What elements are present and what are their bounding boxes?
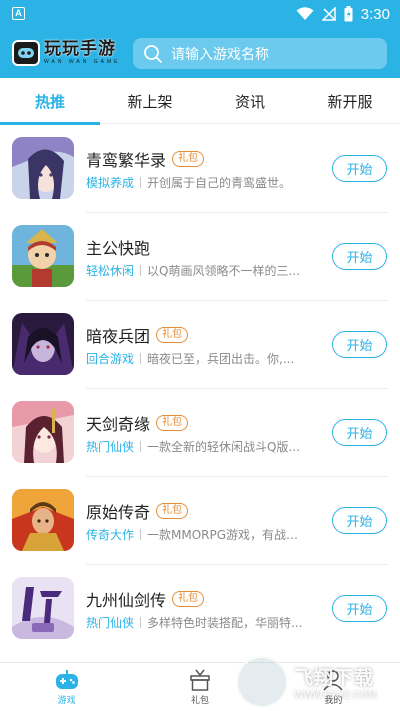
game-description: 以Q萌画风领略不一样的三...: [147, 264, 300, 278]
list-item[interactable]: 暗夜兵团 礼包 回合游戏 暗夜已至，兵团出击。你,... 开始: [0, 300, 400, 388]
notification-a-icon: A: [12, 7, 25, 20]
meta-divider: [140, 353, 142, 364]
signal-icon: [321, 7, 336, 21]
game-thumbnail[interactable]: [12, 225, 74, 287]
game-category: 传奇大作: [86, 528, 135, 542]
status-icons: 3:30: [296, 0, 390, 28]
game-thumbnail[interactable]: [12, 313, 74, 375]
status-time: 3:30: [360, 5, 390, 23]
game-title: 暗夜兵团: [86, 327, 151, 346]
game-description: 开创属于自己的青鸾盛世。: [147, 176, 292, 190]
start-button[interactable]: 开始: [332, 243, 387, 270]
search-placeholder: 请输入游戏名称: [171, 46, 269, 63]
gift-badge: 礼包: [172, 591, 205, 607]
gift-badge: 礼包: [172, 151, 205, 167]
game-description: 多样特色时装搭配，华丽特...: [147, 616, 303, 630]
gift-badge: 礼包: [156, 415, 189, 431]
tab-new-release[interactable]: 新上架: [100, 78, 200, 124]
game-category: 热门仙侠: [86, 616, 135, 630]
status-bar: A 3:30: [0, 0, 400, 28]
game-thumbnail[interactable]: [12, 577, 74, 639]
user-icon: [323, 669, 343, 690]
list-item[interactable]: 青鸾繁华录 礼包 模拟养成 开创属于自己的青鸾盛世。 开始: [0, 124, 400, 212]
gift-badge: 礼包: [156, 327, 189, 343]
game-thumbnail[interactable]: [12, 401, 74, 463]
start-button[interactable]: 开始: [332, 507, 387, 534]
gift-icon: [190, 669, 210, 691]
game-description: 一款MMORPG游戏，有战士...: [147, 528, 308, 542]
nav-label: 游戏: [57, 695, 76, 706]
start-button[interactable]: 开始: [332, 419, 387, 446]
game-title: 原始传奇: [86, 503, 151, 522]
meta-divider: [140, 265, 142, 276]
list-item[interactable]: 原始传奇 礼包 传奇大作 一款MMORPG游戏，有战士... 开始: [0, 476, 400, 564]
nav-label: 我的: [324, 695, 343, 706]
battery-icon: [344, 6, 353, 22]
search-icon: [144, 44, 162, 63]
start-button[interactable]: 开始: [332, 331, 387, 358]
game-title: 天剑奇缘: [86, 415, 151, 434]
tab-new-servers[interactable]: 新开服: [300, 78, 400, 124]
game-description: 一款全新的轻休闲战斗Q版...: [147, 440, 300, 454]
search-input[interactable]: 请输入游戏名称: [133, 38, 387, 69]
game-category: 热门仙侠: [86, 440, 135, 454]
nav-profile[interactable]: 我的: [267, 663, 400, 711]
logo-gamepad-icon: [12, 40, 40, 66]
list-item[interactable]: 九州仙剑传 礼包 热门仙侠 多样特色时装搭配，华丽特... 开始: [0, 564, 400, 652]
nav-gifts[interactable]: 礼包: [133, 663, 266, 711]
app-header: 玩玩手游 WAN WAN GAME 请输入游戏名称: [0, 28, 400, 78]
game-thumbnail[interactable]: [12, 489, 74, 551]
nav-games[interactable]: 游戏: [0, 663, 133, 711]
game-title: 青鸾繁华录: [86, 151, 167, 170]
wifi-icon: [296, 7, 314, 20]
start-button[interactable]: 开始: [332, 155, 387, 182]
tab-news[interactable]: 资讯: [200, 78, 300, 124]
game-title: 主公快跑: [86, 239, 151, 258]
game-list: 青鸾繁华录 礼包 模拟养成 开创属于自己的青鸾盛世。 开始 主公快跑 轻松休闲 …: [0, 124, 400, 662]
tab-hot[interactable]: 热推: [0, 78, 100, 125]
gift-badge: 礼包: [156, 503, 189, 519]
nav-label: 礼包: [190, 695, 209, 706]
game-category: 轻松休闲: [86, 264, 135, 278]
game-category: 模拟养成: [86, 176, 135, 190]
meta-divider: [140, 617, 142, 628]
tab-bar: 热推 新上架 资讯 新开服: [0, 78, 400, 125]
logo-text: 玩玩手游: [44, 39, 116, 59]
gamepad-icon: [55, 669, 78, 689]
game-category: 回合游戏: [86, 352, 135, 366]
list-item[interactable]: 主公快跑 轻松休闲 以Q萌画风领略不一样的三... 开始: [0, 212, 400, 300]
list-item[interactable]: 天剑奇缘 礼包 热门仙侠 一款全新的轻休闲战斗Q版... 开始: [0, 388, 400, 476]
logo-subtext: WAN WAN GAME: [44, 59, 121, 65]
game-title: 九州仙剑传: [86, 591, 167, 610]
meta-divider: [140, 177, 142, 188]
meta-divider: [140, 441, 142, 452]
meta-divider: [140, 529, 141, 540]
game-thumbnail[interactable]: [12, 137, 74, 199]
game-description: 暗夜已至，兵团出击。你,...: [147, 352, 295, 366]
start-button[interactable]: 开始: [332, 595, 387, 622]
bottom-navigation: 游戏 礼包 我的: [0, 662, 400, 711]
app-logo: 玩玩手游 WAN WAN GAME: [12, 36, 120, 70]
